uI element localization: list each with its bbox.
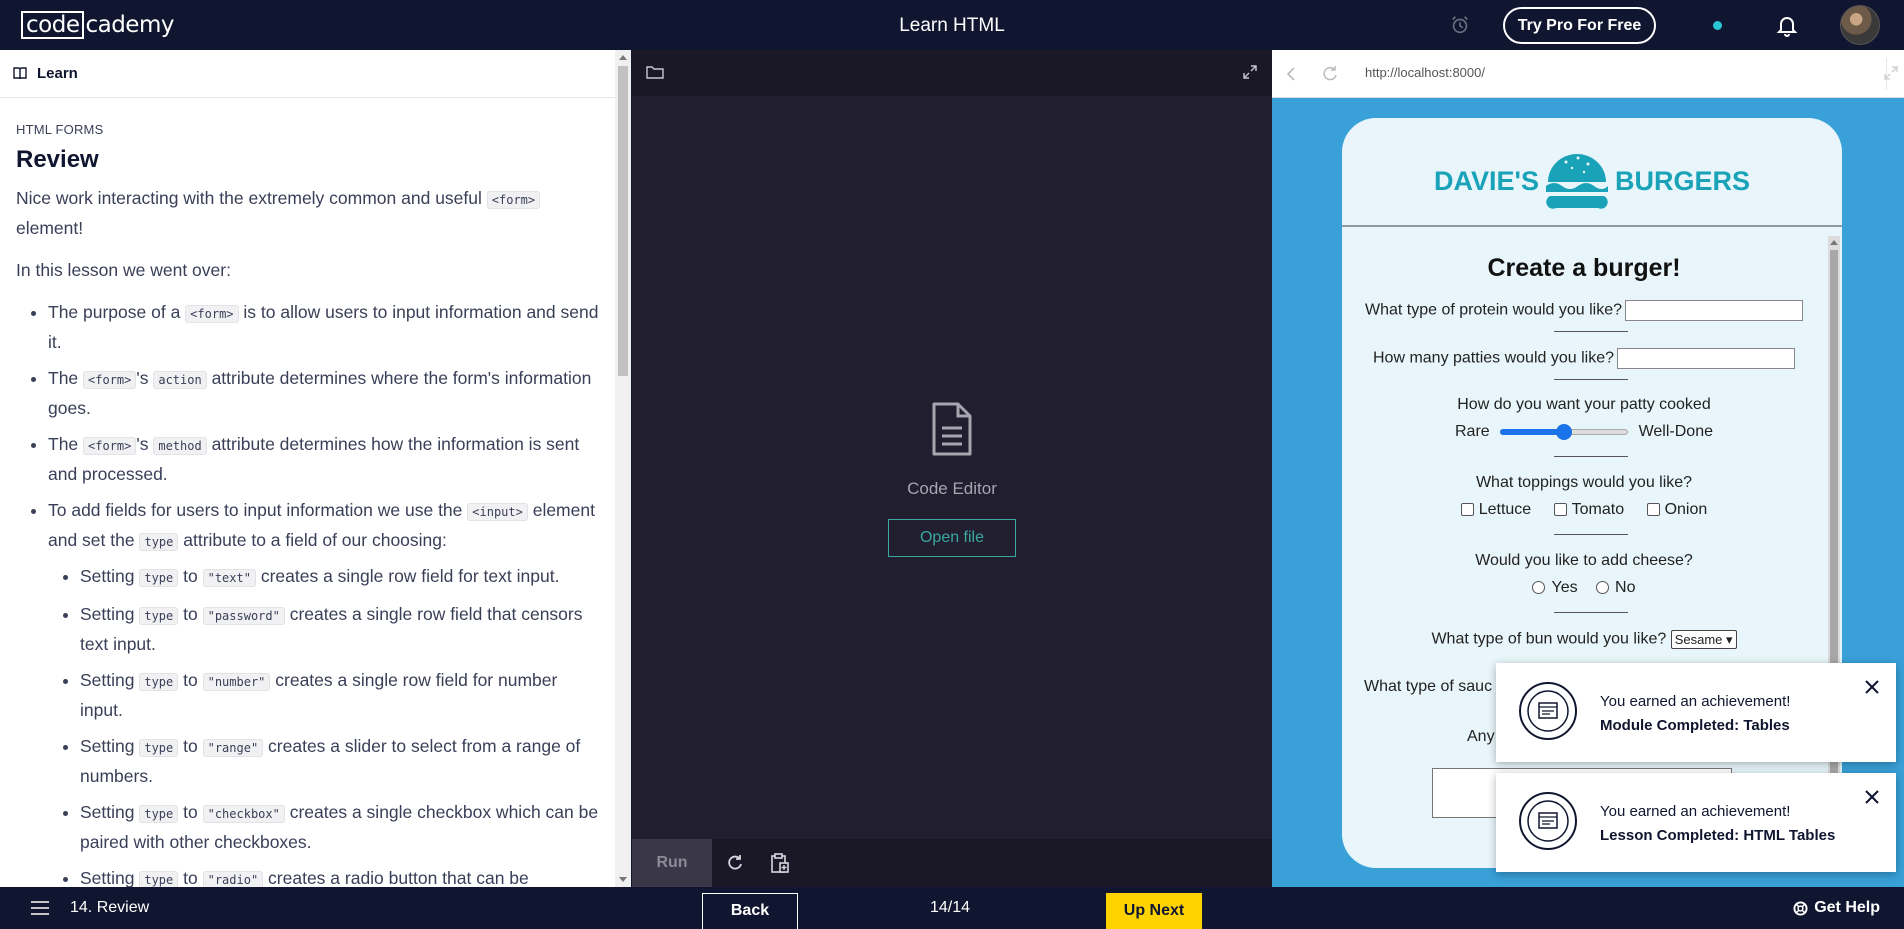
back-button[interactable]: Back [702,893,798,929]
burger-icon [1545,154,1608,209]
scroll-up-arrow[interactable] [619,55,627,60]
achievement-badge-icon [1519,682,1577,740]
achievement-toast: You earned an achievement! Module Comple… [1496,663,1896,762]
toast-achievement: Lesson Completed: HTML Tables [1600,827,1836,844]
slider-handle[interactable] [1556,424,1573,440]
cheese-options: Yes No [1342,579,1826,597]
bell-icon[interactable] [1775,13,1799,37]
list-item: Setting type to "range" creates a slider… [80,732,599,790]
url-field[interactable]: http://localhost:8000/ [1365,65,1485,80]
expand-icon[interactable] [1242,64,1258,80]
reload-icon[interactable] [1322,65,1339,82]
bottom-bar: 14. Review Back 14/14 Up Next Get Help [0,887,1904,929]
onion-checkbox[interactable] [1646,503,1660,517]
list-item: Setting type to "radio" creates a radio … [80,864,599,887]
patties-input[interactable] [1617,348,1795,369]
tomato-checkbox[interactable] [1553,503,1567,517]
current-lesson[interactable]: 14. Review [70,899,149,917]
book-icon [13,67,27,80]
logo-code: code [21,11,85,39]
input-types-list: Setting type to "text" creates a single … [48,562,599,887]
achievement-toast: You earned an achievement! Lesson Comple… [1496,773,1896,872]
learn-scrollbar[interactable] [615,50,631,887]
codecademy-logo[interactable]: code cademy [21,11,174,39]
open-file-button[interactable]: Open file [888,519,1016,557]
scrollbar-thumb[interactable] [618,66,628,376]
protein-question: What type of protein would you like? [1342,300,1826,321]
code-editor-label: Code Editor [907,479,997,498]
list-item: Setting type to "number" creates a singl… [80,666,599,724]
cheese-question: Would you like to add cheese? [1475,552,1693,569]
list-item: Setting type to "checkbox" creates a sin… [80,798,599,856]
lettuce-checkbox[interactable] [1460,503,1474,517]
logo-cademy: cademy [85,12,174,38]
protein-input[interactable] [1625,300,1804,321]
up-next-button[interactable]: Up Next [1106,893,1202,929]
refresh-icon[interactable] [725,853,745,873]
avatar[interactable] [1840,5,1880,45]
cooked-question: How do you want your patty cooked [1457,396,1711,413]
list-item: Setting type to "password" creates a sin… [80,600,599,658]
top-bar: code cademy Learn HTML Try Pro For Free [0,0,1904,50]
toppings-options: Lettuce Tomato Onion [1342,501,1826,519]
alarm-clock-icon[interactable] [1449,14,1471,36]
davies-burgers-logo: DAVIE'S BURGERS [1342,146,1842,216]
help-icon [1793,900,1808,916]
list-item: To add fields for users to input informa… [48,496,599,887]
editor-tab-bar [632,50,1272,96]
lesson-title: Review [16,146,99,173]
review-list: The purpose of a <form> is to allow user… [16,298,599,887]
cheese-yes-radio[interactable] [1532,581,1546,595]
patties-question: How many patties would you like? [1342,348,1826,369]
editor-toolbar: Run [632,839,1272,887]
menu-icon[interactable] [30,901,50,915]
code-editor-panel: Code Editor Open file Run [632,50,1272,887]
burger-form: Create a burger! What type of protein wo… [1342,228,1826,868]
achievement-badge-icon [1519,792,1577,850]
intro-paragraph: Nice work interacting with the extremely… [16,184,599,242]
bun-question: What type of bun would you like? Sesame … [1342,630,1826,649]
document-icon [932,402,972,456]
expand-icon[interactable] [1884,66,1898,80]
back-arrow-icon[interactable] [1286,67,1296,81]
try-pro-button[interactable]: Try Pro For Free [1503,7,1656,44]
cooked-range-row: Rare Well-Done [1455,422,1713,442]
form-title: Create a burger! [1487,254,1681,282]
lesson-content: HTML FORMS Review Nice work interacting … [0,98,615,887]
lesson-progress: 14/14 [930,899,971,916]
empty-editor-state: Code Editor Open file [632,402,1272,557]
went-over-paragraph: In this lesson we went over: [16,260,231,280]
toast-message: You earned an achievement! [1600,803,1791,820]
brand-left: DAVIE'S [1434,165,1539,196]
browser-viewport: DAVIE'S BURGERS Create a burger! What ty… [1272,98,1904,887]
cheese-no-radio[interactable] [1596,581,1610,595]
brand-right: BURGERS [1614,165,1750,196]
run-button[interactable]: Run [632,839,712,887]
copy-to-clipboard-icon[interactable] [770,852,790,874]
toast-achievement: Module Completed: Tables [1600,717,1790,734]
list-item: The <form>'s method attribute determines… [48,430,599,488]
list-item: The purpose of a <form> is to allow user… [48,298,599,356]
doneness-slider[interactable] [1500,422,1629,442]
module-crumb: HTML FORMS [16,122,104,137]
toast-message: You earned an achievement! [1600,693,1791,710]
close-icon[interactable] [1864,679,1880,695]
notification-dot [1713,21,1722,30]
learn-header: Learn [0,50,615,98]
toppings-question: What toppings would you like? [1475,474,1693,491]
bun-select[interactable]: Sesame ▾ [1670,630,1737,649]
list-item: The <form>'s action attribute determines… [48,364,599,422]
learn-header-label: Learn [37,65,78,82]
scroll-down-arrow[interactable] [619,877,627,882]
get-help-button[interactable]: Get Help [1793,899,1880,917]
close-icon[interactable] [1864,789,1880,805]
folder-icon[interactable] [646,64,664,80]
browser-address-bar: http://localhost:8000/ [1272,50,1904,98]
learn-panel: Learn HTML FORMS Review Nice work intera… [0,50,631,887]
get-help-label: Get Help [1814,899,1880,916]
list-item: Setting type to "text" creates a single … [80,562,599,592]
